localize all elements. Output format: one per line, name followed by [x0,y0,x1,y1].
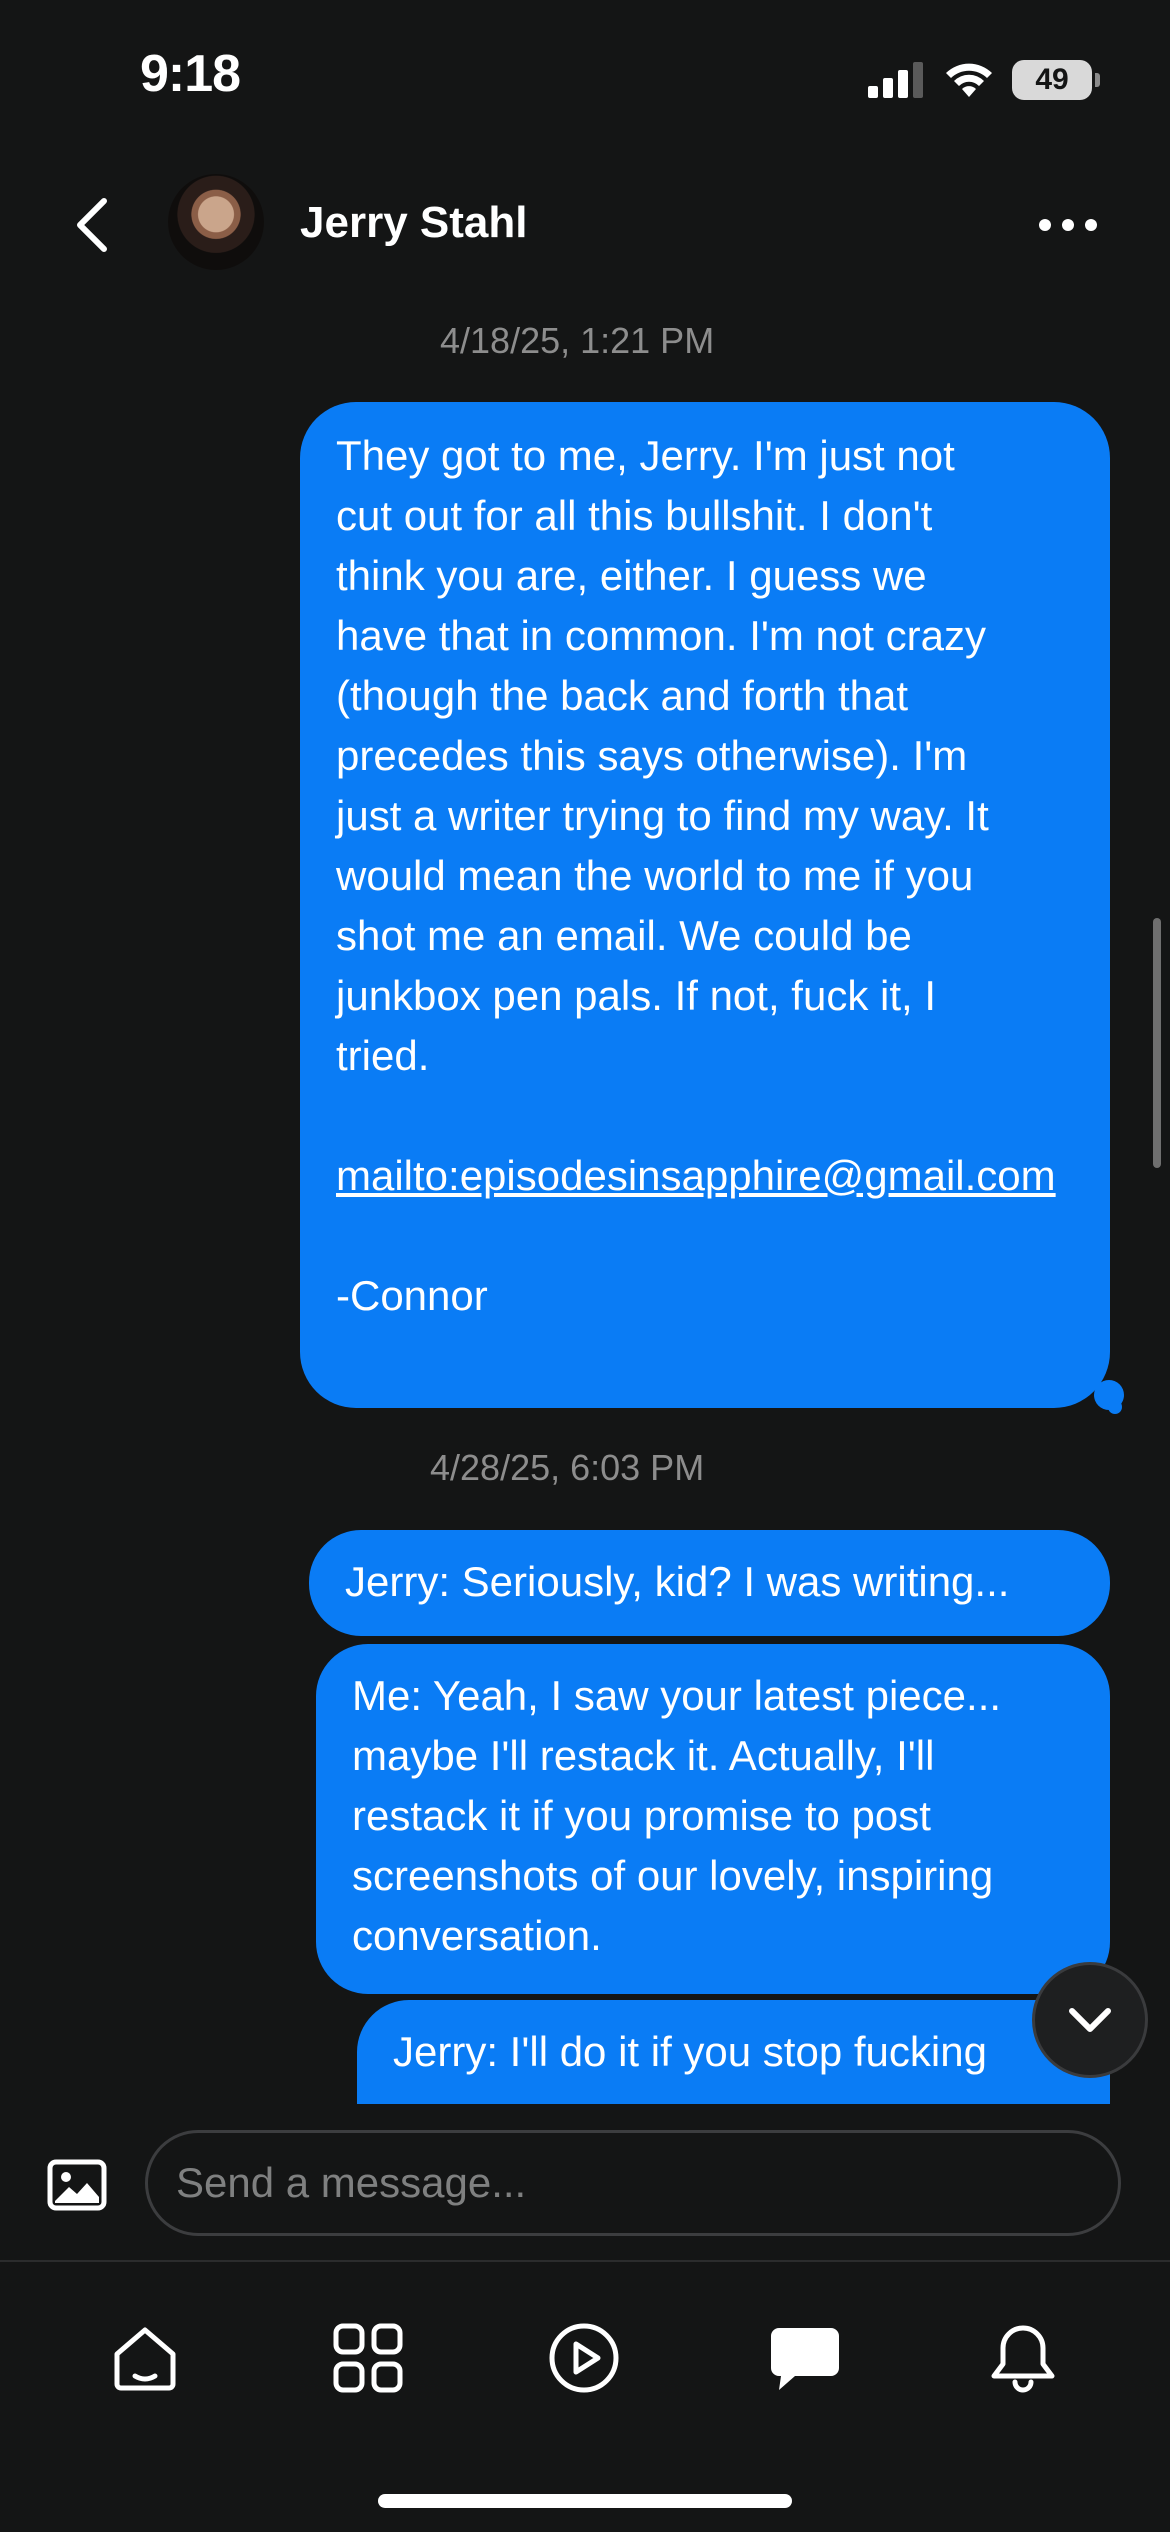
home-indicator [378,2494,792,2508]
contact-name[interactable]: Jerry Stahl [300,198,527,248]
message-line: shot me an email. We could be [336,912,912,959]
attach-image-button[interactable] [44,2152,110,2218]
chevron-down-icon [1069,2008,1111,2032]
message-line: tried. [336,1032,430,1079]
cellular-signal-icon [868,62,923,98]
message-timestamp: 4/28/25, 6:03 PM [430,1447,705,1488]
message-line: think you are, either. I guess we [336,552,927,599]
more-horizontal-icon [1039,219,1097,231]
message-bubble-sent[interactable]: Jerry: Seriously, kid? I was writing... [309,1530,1110,1636]
tab-home[interactable] [95,2308,195,2408]
wifi-icon [946,63,992,97]
bell-icon [991,2325,1055,2393]
tab-video[interactable] [534,2308,634,2408]
message-line: cut out for all this bullshit. I don't [336,492,933,539]
message-line: junkbox pen pals. If not, fuck it, I [336,972,936,1019]
email-link[interactable]: mailto:episodesinsapphire@gmail.com [336,1152,1056,1199]
message-line: They got to me, Jerry. I'm just not [336,432,955,479]
play-icon [549,2323,619,2393]
battery-indicator: 49 [1012,60,1100,100]
message-line: have that in common. I'm not crazy [336,612,986,659]
tab-bar-divider [0,2260,1170,2262]
tab-chat[interactable] [755,2308,855,2408]
tab-explore[interactable] [318,2308,418,2408]
message-line: precedes this says otherwise). I'm [336,732,968,779]
scrollbar[interactable] [1153,918,1161,1168]
message-bubble-sent[interactable]: Me: Yeah, I saw your latest piece... may… [316,1644,1110,1994]
message-bubble-sent[interactable]: They got to me, Jerry. I'm just not cut … [300,402,1110,1408]
image-icon [47,2159,107,2211]
back-button[interactable] [62,190,122,260]
home-icon [114,2327,176,2391]
tab-notifications[interactable] [973,2308,1073,2408]
message-input[interactable] [145,2130,1121,2236]
avatar[interactable] [168,174,264,270]
message-signature: -Connor [336,1272,488,1319]
status-time: 9:18 [140,45,241,103]
chevron-left-icon [77,198,107,252]
bubble-tail [1108,1400,1122,1414]
message-line: would mean the world to me if you [336,852,974,899]
message-timestamp: 4/18/25, 1:21 PM [440,320,715,361]
scroll-to-bottom-button[interactable] [1032,1962,1148,2078]
status-icons: 49 [868,55,1100,105]
more-button[interactable] [1032,200,1104,250]
chat-icon [771,2328,839,2390]
message-line: just a writer trying to find my way. It [336,792,989,839]
message-bubble-sent[interactable]: Jerry: I'll do it if you stop fucking [357,2000,1110,2120]
message-line: (though the back and forth that [336,672,909,719]
grid-icon [333,2323,403,2393]
